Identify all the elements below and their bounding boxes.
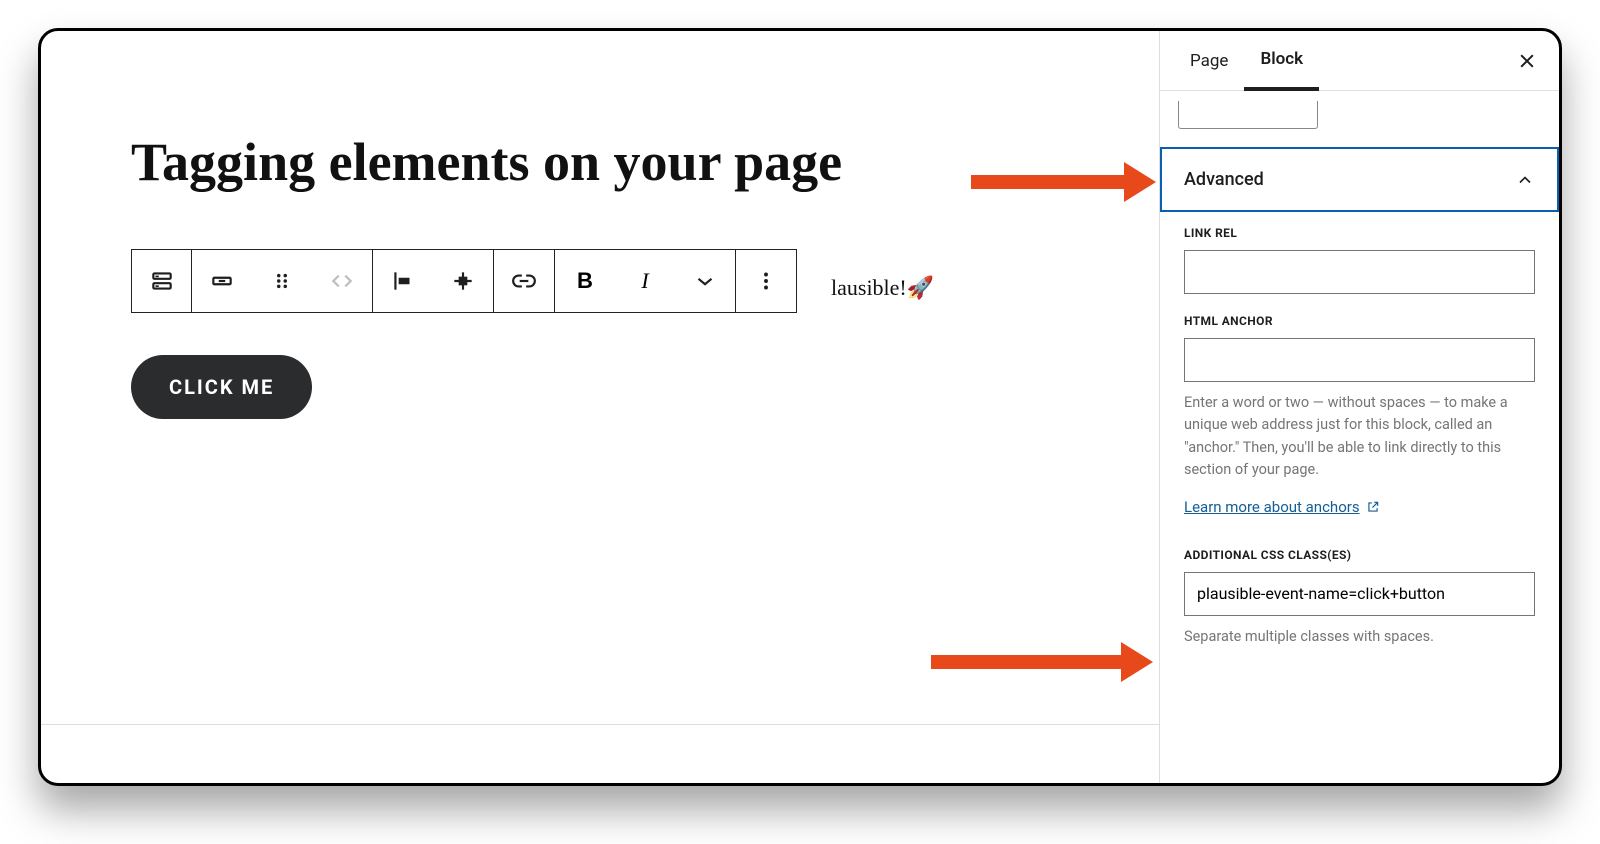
tab-block[interactable]: Block: [1244, 32, 1319, 91]
align-icon: [209, 268, 235, 294]
toolbar-group-transform: [192, 250, 373, 312]
block-toolbar: B I: [131, 249, 797, 313]
tab-page[interactable]: Page: [1174, 31, 1244, 90]
toolbar-group-justify: [373, 250, 494, 312]
move-arrows-icon: [329, 268, 355, 294]
link-icon: [511, 268, 537, 294]
html-anchor-field: HTML ANCHOR Enter a word or two — withou…: [1160, 300, 1559, 488]
align-button[interactable]: [192, 250, 252, 312]
css-classes-help: Separate multiple classes with spaces.: [1184, 626, 1535, 648]
more-vertical-icon: [753, 268, 779, 294]
settings-sidebar: Page Block Advanced LINK REL HTML ANCHOR: [1159, 31, 1559, 783]
advanced-panel-title: Advanced: [1184, 169, 1264, 190]
css-classes-input[interactable]: [1184, 572, 1535, 616]
advanced-panel-toggle[interactable]: Advanced: [1162, 149, 1557, 210]
close-sidebar-button[interactable]: [1509, 43, 1545, 79]
drag-handle-button[interactable]: [252, 250, 312, 312]
paragraph-fragment: lausible!🚀: [831, 275, 934, 301]
annotation-arrow-css: [931, 651, 1153, 673]
link-button[interactable]: [494, 250, 554, 312]
css-classes-label: ADDITIONAL CSS CLASS(ES): [1184, 548, 1535, 562]
block-type-icon: [149, 268, 175, 294]
link-rel-input[interactable]: [1184, 250, 1535, 294]
css-classes-field: ADDITIONAL CSS CLASS(ES) Separate multip…: [1160, 534, 1559, 654]
toolbar-group-link: [494, 250, 555, 312]
bold-button[interactable]: B: [555, 250, 615, 312]
page-title[interactable]: Tagging elements on your page: [131, 131, 1069, 193]
chevron-up-icon: [1515, 170, 1535, 190]
justify-center-icon: [450, 268, 476, 294]
button-block[interactable]: CLICK ME: [131, 355, 312, 419]
italic-button[interactable]: I: [615, 250, 675, 312]
toolbar-group-format: B I: [555, 250, 736, 312]
drag-handle-icon: [269, 268, 295, 294]
sidebar-tabs: Page Block: [1160, 31, 1559, 91]
more-format-button[interactable]: [675, 250, 735, 312]
html-anchor-input[interactable]: [1184, 338, 1535, 382]
link-rel-field: LINK REL: [1160, 212, 1559, 300]
html-anchor-help: Enter a word or two — without spaces — t…: [1184, 392, 1535, 482]
toolbar-group-more: [736, 250, 796, 312]
previous-panel-peek: [1178, 101, 1318, 129]
editor-canvas: Tagging elements on your page: [41, 31, 1159, 783]
chevron-down-icon: [692, 268, 718, 294]
learn-more-text: Learn more about anchors: [1184, 498, 1360, 516]
block-type-button[interactable]: [132, 250, 192, 312]
editor-window: Tagging elements on your page: [38, 28, 1562, 786]
sidebar-body: Advanced LINK REL HTML ANCHOR Enter a wo…: [1160, 91, 1559, 783]
more-options-button[interactable]: [736, 250, 796, 312]
link-rel-label: LINK REL: [1184, 226, 1535, 240]
close-icon: [1517, 51, 1537, 71]
advanced-panel: Advanced: [1160, 147, 1559, 212]
external-link-icon: [1366, 500, 1380, 514]
justify-center-button[interactable]: [433, 250, 493, 312]
editor-footer-divider: [41, 724, 1159, 725]
move-arrows-button[interactable]: [312, 250, 372, 312]
html-anchor-label: HTML ANCHOR: [1184, 314, 1535, 328]
justify-left-button[interactable]: [373, 250, 433, 312]
learn-more-anchors-link[interactable]: Learn more about anchors: [1184, 498, 1380, 516]
justify-left-icon: [390, 268, 416, 294]
